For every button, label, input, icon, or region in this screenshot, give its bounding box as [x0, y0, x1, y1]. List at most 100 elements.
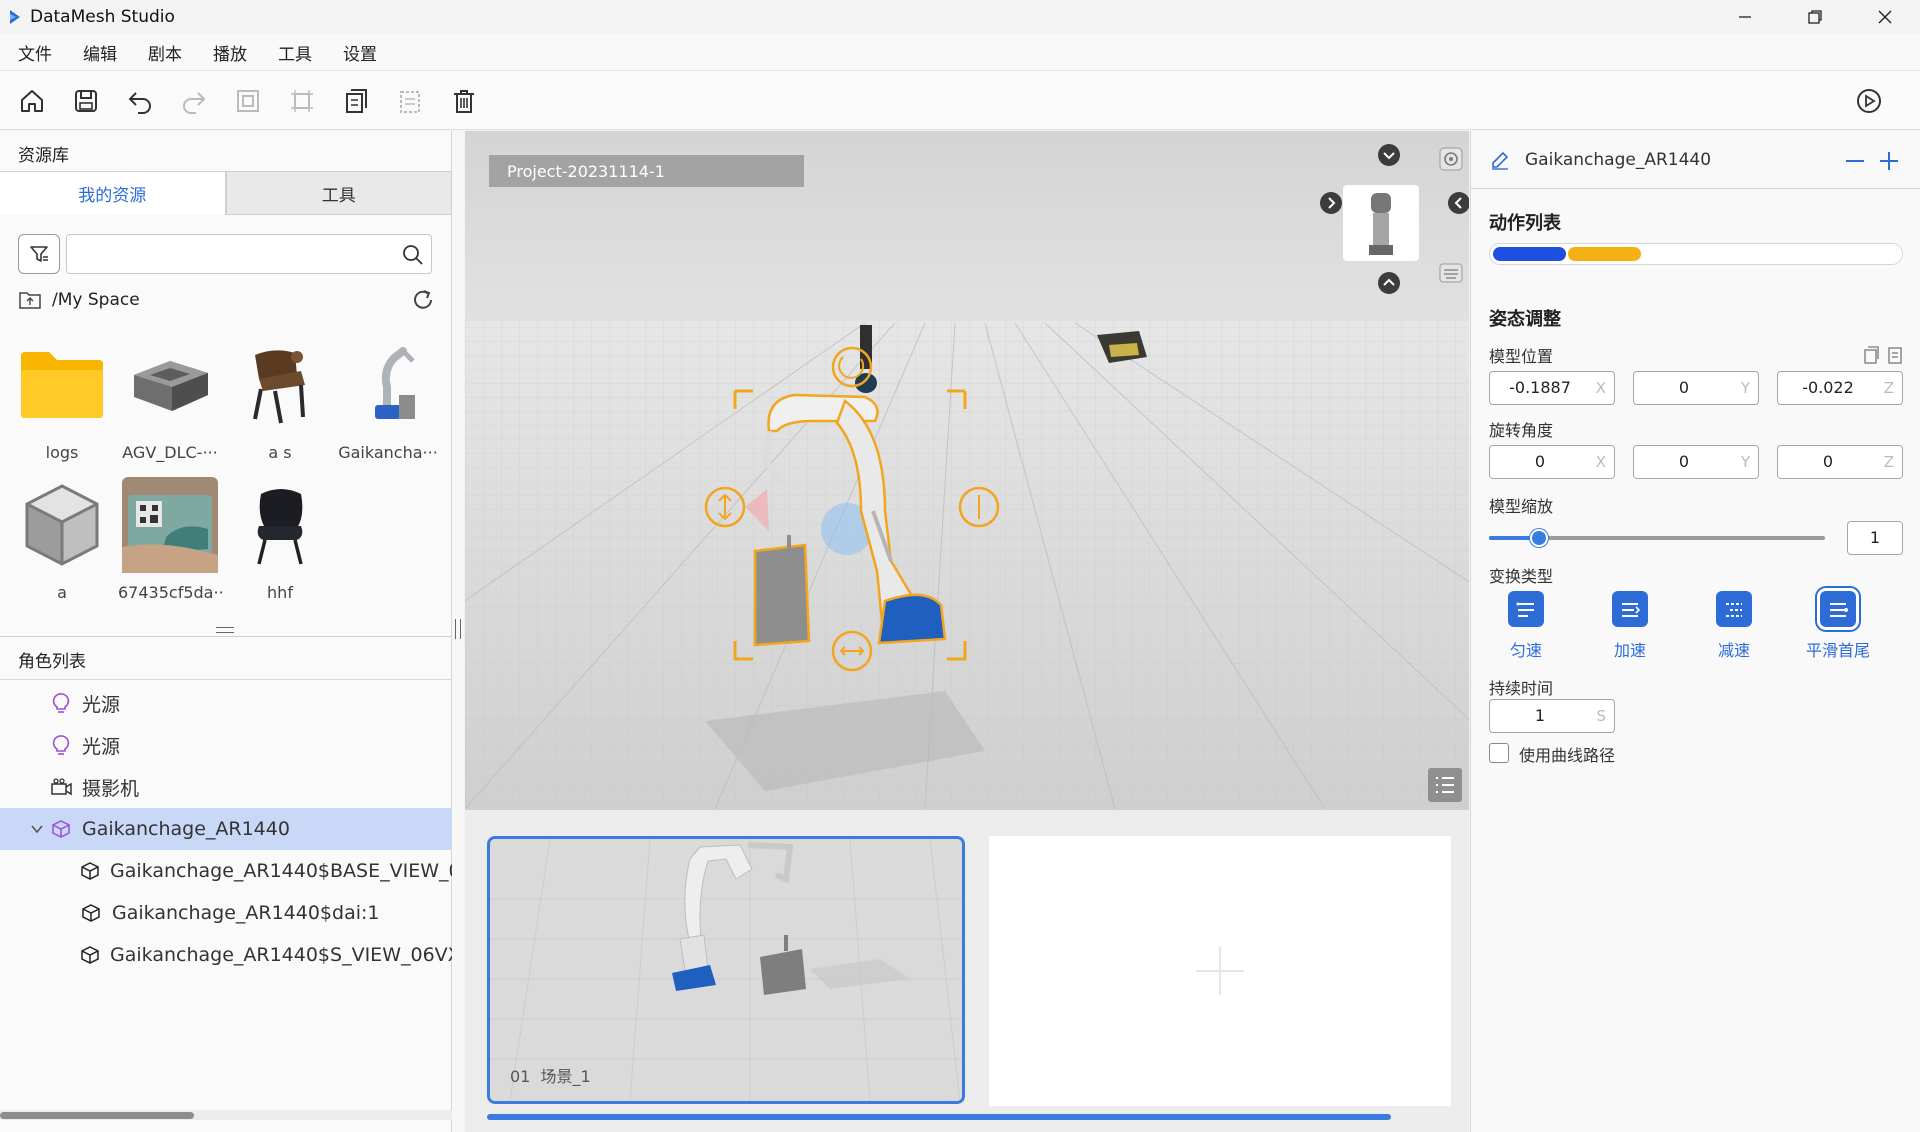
orbit-up-icon[interactable] [1375, 269, 1403, 297]
minimize-button[interactable] [1710, 0, 1780, 34]
menu-tools[interactable]: 工具 [278, 40, 312, 65]
close-button[interactable] [1850, 0, 1920, 34]
group-button[interactable] [232, 85, 264, 117]
orbit-left-icon[interactable] [1445, 189, 1469, 217]
tab-tools[interactable]: 工具 [225, 171, 452, 215]
splitter-grip[interactable] [455, 619, 461, 639]
rotation-y-field[interactable]: 0Y [1633, 445, 1759, 479]
panel-splitter[interactable] [0, 625, 452, 637]
asset-label: AGV_DLC-··· [122, 443, 218, 462]
collapse-minus-icon[interactable] [1843, 149, 1867, 173]
position-x-field[interactable]: -0.1887 X [1489, 371, 1615, 405]
scale-slider-handle[interactable] [1530, 529, 1549, 547]
asset-item[interactable]: logs [10, 337, 114, 462]
position-y-value[interactable]: 0 [1634, 372, 1734, 404]
role-item[interactable]: 摄影机 [0, 766, 452, 808]
viewport-scene [465, 131, 1469, 809]
orbit-right-icon[interactable] [1317, 189, 1345, 217]
asset-item[interactable]: 67435cf5da··· [118, 477, 222, 602]
duration-value[interactable]: 1 [1490, 700, 1590, 732]
curve-path-checkbox[interactable] [1489, 743, 1509, 763]
edit-pencil-icon[interactable] [1489, 149, 1511, 171]
action-timeline[interactable] [1489, 243, 1903, 265]
asset-item[interactable]: AGV_DLC-··· [118, 337, 222, 462]
robot-arm-thumbnail [340, 337, 436, 433]
home-icon [21, 90, 43, 112]
scene-card-selected[interactable]: 01 场景_1 [487, 836, 965, 1104]
asset-item[interactable]: Gaikancha··· [336, 337, 440, 462]
position-y-field[interactable]: 0Y [1633, 371, 1759, 405]
paste-icon[interactable] [1885, 345, 1905, 365]
menu-edit[interactable]: 编辑 [83, 40, 117, 65]
scale-slider[interactable] [1489, 529, 1825, 547]
play-circle-icon [1857, 89, 1881, 113]
folder-up-icon[interactable] [18, 290, 42, 310]
asset-item[interactable]: a [10, 477, 114, 602]
role-item-selected[interactable]: Gaikanchage_AR1440 [0, 808, 452, 850]
maximize-button[interactable] [1780, 0, 1850, 34]
asset-item[interactable]: a s [228, 337, 332, 462]
save-button[interactable] [70, 85, 102, 117]
rotation-y-value[interactable]: 0 [1634, 446, 1734, 478]
menu-script[interactable]: 剧本 [148, 40, 182, 65]
paste-button[interactable] [394, 85, 426, 117]
view-cube[interactable] [1343, 185, 1419, 261]
position-z-value[interactable]: -0.022 [1778, 372, 1878, 404]
menu-play[interactable]: 播放 [213, 40, 247, 65]
keyboard-icon[interactable] [1437, 261, 1465, 285]
role-item[interactable]: Gaikanchage_AR1440$BASE_VIEW_06 [0, 850, 452, 892]
menu-settings[interactable]: 设置 [343, 40, 377, 65]
list-icon[interactable] [1427, 767, 1463, 803]
align-button[interactable] [286, 85, 318, 117]
search-icon[interactable] [401, 243, 425, 267]
scene-viewport[interactable]: Project-20231114-1 [465, 131, 1469, 809]
transform-decelerate-button[interactable]: 减速 [1689, 591, 1779, 661]
role-item[interactable]: 光源 [0, 724, 452, 766]
refresh-icon[interactable] [410, 287, 436, 313]
action-segment[interactable] [1568, 247, 1642, 261]
role-item[interactable]: Gaikanchage_AR1440$S_VIEW_06VXH [0, 934, 452, 976]
transform-linear-button[interactable]: 匀速 [1481, 591, 1571, 661]
copy-icon[interactable] [1861, 345, 1881, 365]
role-item[interactable]: 光源 [0, 682, 452, 724]
filter-button[interactable] [18, 234, 60, 274]
reset-view-icon[interactable] [1437, 145, 1465, 173]
menu-file[interactable]: 文件 [18, 40, 52, 65]
rotation-z-value[interactable]: 0 [1778, 446, 1878, 478]
rotation-x-value[interactable]: 0 [1490, 446, 1590, 478]
redo-button[interactable] [178, 85, 210, 117]
action-segment[interactable] [1493, 247, 1567, 261]
scale-value-field[interactable]: 1 [1847, 521, 1903, 555]
add-scene-button[interactable] [989, 836, 1451, 1106]
play-preview-button[interactable] [1853, 85, 1885, 117]
transform-accelerate-button[interactable]: 加速 [1585, 591, 1675, 661]
orbit-down-icon[interactable] [1369, 141, 1409, 169]
scene-strip-scrollbar[interactable] [487, 1114, 1391, 1120]
copy-button[interactable] [340, 85, 372, 117]
rotation-label: 旋转角度 [1489, 421, 1554, 440]
position-x-value[interactable]: -0.1887 [1490, 372, 1590, 404]
transform-smooth-button[interactable]: 平滑首尾 [1793, 591, 1883, 661]
role-label: Gaikanchage_AR1440$BASE_VIEW_06 [110, 860, 452, 882]
delete-button[interactable] [448, 85, 480, 117]
transform-type-label: 变换类型 [1489, 567, 1554, 586]
splitter-grip[interactable] [216, 627, 234, 633]
vertical-splitter[interactable] [452, 131, 464, 1132]
search-input[interactable] [67, 235, 387, 273]
position-z-field[interactable]: -0.022 Z [1777, 371, 1903, 405]
role-item[interactable]: Gaikanchage_AR1440$dai:1 [0, 892, 452, 934]
home-button[interactable] [16, 85, 48, 117]
rotation-x-field[interactable]: 0X [1489, 445, 1615, 479]
chevron-down-icon[interactable] [26, 818, 48, 840]
scrollbar-thumb[interactable] [0, 1112, 194, 1119]
horizontal-scrollbar[interactable] [0, 1110, 452, 1120]
duration-field[interactable]: 1S [1489, 699, 1615, 733]
decelerate-icon [1716, 591, 1752, 627]
rotation-z-field[interactable]: 0Z [1777, 445, 1903, 479]
scene-index: 01 [510, 1067, 531, 1086]
asset-item[interactable]: hhf [228, 477, 332, 602]
undo-button[interactable] [124, 85, 156, 117]
add-plus-icon[interactable] [1877, 149, 1901, 173]
scene-thumbnail [490, 839, 962, 1101]
tab-my-assets[interactable]: 我的资源 [0, 171, 226, 215]
